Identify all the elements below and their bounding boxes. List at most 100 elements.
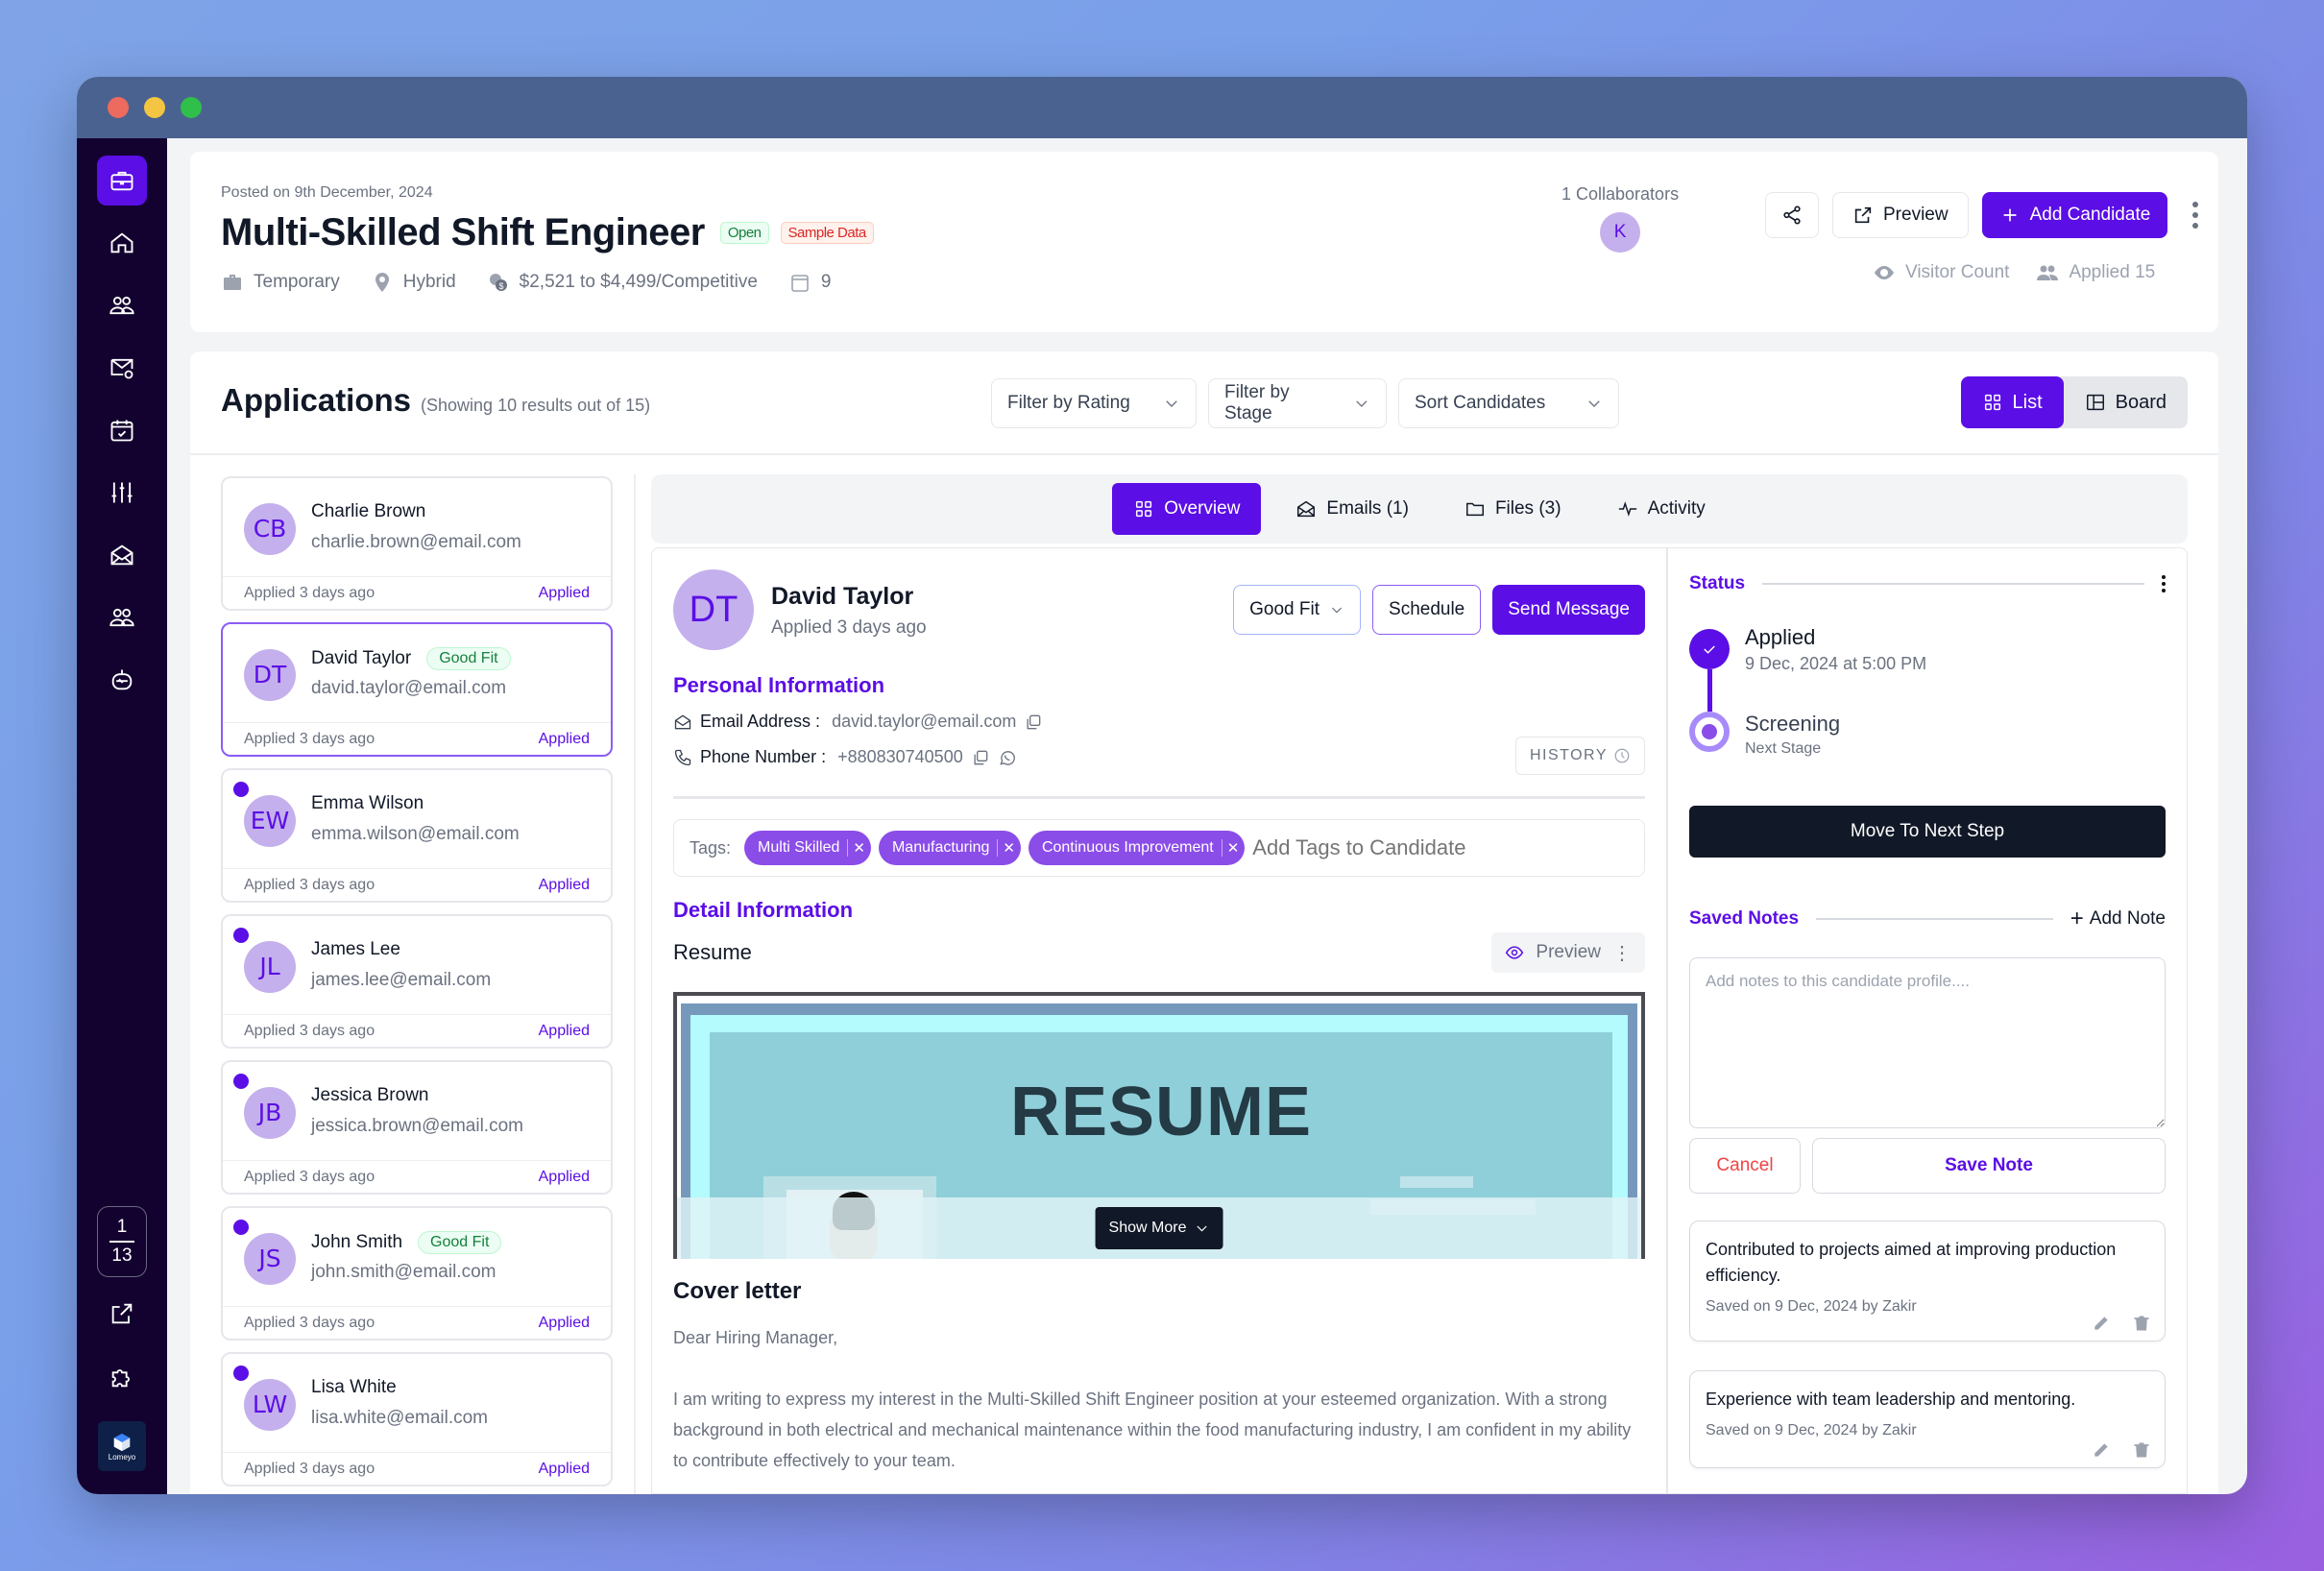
resume-label: Resume	[673, 940, 752, 964]
preview-label: Preview	[1883, 205, 1949, 225]
sort-candidates-select[interactable]: Sort Candidates	[1398, 378, 1619, 428]
candidate-avatar: JL	[244, 941, 296, 993]
location-text: Hybrid	[402, 272, 456, 292]
candidate-card[interactable]: LW Lisa White lisa.white@email.com Applied …	[221, 1352, 613, 1486]
overview-panel: DT David Taylor Applied 3 days ago Good …	[651, 547, 2188, 1494]
history-button[interactable]: HISTORY	[1514, 737, 1645, 775]
sample-data-badge: Sample Data	[780, 222, 874, 244]
sidebar-item-calendar[interactable]	[97, 405, 147, 455]
resume-more-icon[interactable]: ⋮	[1612, 941, 1632, 965]
sidebar-item-home[interactable]	[97, 218, 147, 268]
fit-rating-dropdown[interactable]: Good Fit	[1233, 585, 1362, 635]
cover-letter-title: Cover letter	[673, 1278, 802, 1304]
users-icon	[109, 296, 134, 315]
remove-tag-icon[interactable]: ✕	[847, 839, 865, 857]
map-pin-icon	[375, 273, 389, 292]
sidebar-item-inbox[interactable]	[97, 530, 147, 580]
add-note-button[interactable]: + Add Note	[2070, 906, 2166, 932]
add-note-label: Add Note	[2089, 908, 2166, 929]
sidebar-item-email-campaigns[interactable]	[97, 343, 147, 393]
remove-tag-icon[interactable]: ✕	[1221, 839, 1239, 857]
unread-indicator	[233, 782, 249, 797]
sort-label: Sort Candidates	[1415, 393, 1546, 413]
candidate-card[interactable]: DT David Taylor Good Fit david.taylor@email…	[221, 622, 613, 757]
candidate-card[interactable]: JB Jessica Brown jessica.brown@email.com Ap…	[221, 1060, 613, 1195]
list-view-button[interactable]: List	[1960, 376, 2064, 428]
calendar-check-icon	[110, 420, 133, 442]
status-more-button[interactable]	[2162, 575, 2166, 592]
edit-icon[interactable]	[2092, 1440, 2111, 1460]
share-button[interactable]	[1765, 192, 1819, 238]
sidebar-item-team[interactable]	[97, 592, 147, 642]
job-title: Multi-Skilled Shift Engineer Open Sample…	[221, 211, 874, 254]
candidate-card[interactable]: EW Emma Wilson emma.wilson@email.com Applie…	[221, 768, 613, 903]
resume-image-text: RESUME	[1009, 1074, 1313, 1150]
calendar-icon	[791, 275, 809, 292]
resume-preview-button[interactable]: Preview ⋮	[1491, 932, 1645, 973]
collaborator-avatar[interactable]: K	[1600, 212, 1641, 253]
remove-tag-icon[interactable]: ✕	[997, 839, 1015, 857]
save-note-button[interactable]: Save Note	[1812, 1138, 2166, 1194]
edit-icon[interactable]	[2092, 1314, 2111, 1333]
show-more-label: Show More	[1108, 1220, 1187, 1236]
step-sub: Next Stage	[1745, 740, 1822, 757]
cube-icon	[113, 1433, 131, 1451]
status-badge: Open	[719, 222, 769, 244]
candidate-avatar: JS	[244, 1233, 296, 1285]
sidebar-item-candidates[interactable]	[97, 280, 147, 330]
send-message-button[interactable]: Send Message	[1492, 585, 1645, 635]
show-more-button[interactable]: Show More	[1095, 1207, 1223, 1249]
preview-button[interactable]: Preview	[1832, 192, 1969, 238]
cover-letter-greeting: Dear Hiring Manager,	[673, 1328, 838, 1347]
job-calendar-count: 9	[788, 271, 831, 294]
plus-icon: +	[2070, 906, 2084, 931]
candidate-card[interactable]: CB Charlie Brown charlie.brown@email.com Ap…	[221, 476, 613, 611]
filter-by-stage-select[interactable]: Filter by Stage	[1208, 378, 1387, 428]
close-window-button[interactable]	[108, 97, 129, 118]
schedule-button[interactable]: Schedule	[1372, 585, 1482, 635]
tab-files[interactable]: Files (3)	[1443, 483, 1583, 535]
maximize-window-button[interactable]	[181, 97, 202, 118]
tab-activity[interactable]: Activity	[1596, 483, 1727, 535]
sidebar-item-open-external[interactable]	[97, 1289, 147, 1339]
section-divider	[673, 796, 1645, 799]
sidebar-item-settings[interactable]	[97, 468, 147, 518]
cancel-note-button[interactable]: Cancel	[1689, 1138, 1801, 1194]
candidate-name-row: Charlie Brown	[311, 501, 425, 522]
minimize-window-button[interactable]	[144, 97, 165, 118]
sidebar-item-ai-assistant[interactable]	[97, 655, 147, 705]
note-textarea[interactable]	[1689, 957, 2166, 1128]
collaborators: 1 Collaborators K	[1561, 184, 1679, 253]
sidebar-item-integrations[interactable]	[97, 1352, 147, 1402]
sidebar-item-jobs[interactable]	[97, 156, 147, 205]
add-tag-input[interactable]	[1252, 835, 1541, 860]
phone-value[interactable]: +880830740500	[837, 747, 963, 767]
saved-note: Contributed to projects aimed at improvi…	[1689, 1221, 2166, 1341]
tab-emails[interactable]: Emails (1)	[1274, 483, 1430, 535]
list-divider	[634, 474, 636, 1494]
chevron-down-icon	[1197, 1225, 1207, 1232]
tab-overview[interactable]: Overview	[1112, 483, 1262, 535]
candidate-name-row: Jessica Brown	[311, 1085, 429, 1106]
more-options-button[interactable]	[2181, 192, 2210, 238]
whatsapp-icon[interactable]	[998, 748, 1017, 767]
sidebar: 1 13 Lomeyo	[77, 138, 167, 1494]
copy-icon[interactable]	[971, 748, 990, 767]
trash-icon[interactable]	[2132, 1314, 2151, 1333]
move-to-next-step-button[interactable]: Move To Next Step	[1689, 806, 2166, 858]
candidate-name: David Taylor	[771, 583, 914, 610]
copy-icon[interactable]	[1024, 713, 1043, 732]
users-icon	[109, 608, 134, 627]
candidate-card[interactable]: JL James Lee james.lee@email.com Applied 3 …	[221, 914, 613, 1049]
notes-header: Saved Notes + Add Note	[1689, 906, 2166, 932]
board-view-button[interactable]: Board	[2064, 376, 2188, 428]
email-value[interactable]: david.taylor@email.com	[832, 712, 1016, 732]
stage-label: Applied	[538, 1314, 590, 1331]
trash-icon[interactable]	[2132, 1440, 2151, 1460]
grid-icon	[1136, 500, 1152, 518]
phone-label: Phone Number :	[700, 747, 827, 766]
add-candidate-button[interactable]: Add Candidate	[1981, 192, 2168, 238]
candidate-card[interactable]: JS John Smith Good Fit john.smith@email.com…	[221, 1206, 613, 1341]
filter-by-rating-select[interactable]: Filter by Rating	[991, 378, 1197, 428]
resume-thumbnail[interactable]: RESUME Show More	[673, 992, 1645, 1259]
